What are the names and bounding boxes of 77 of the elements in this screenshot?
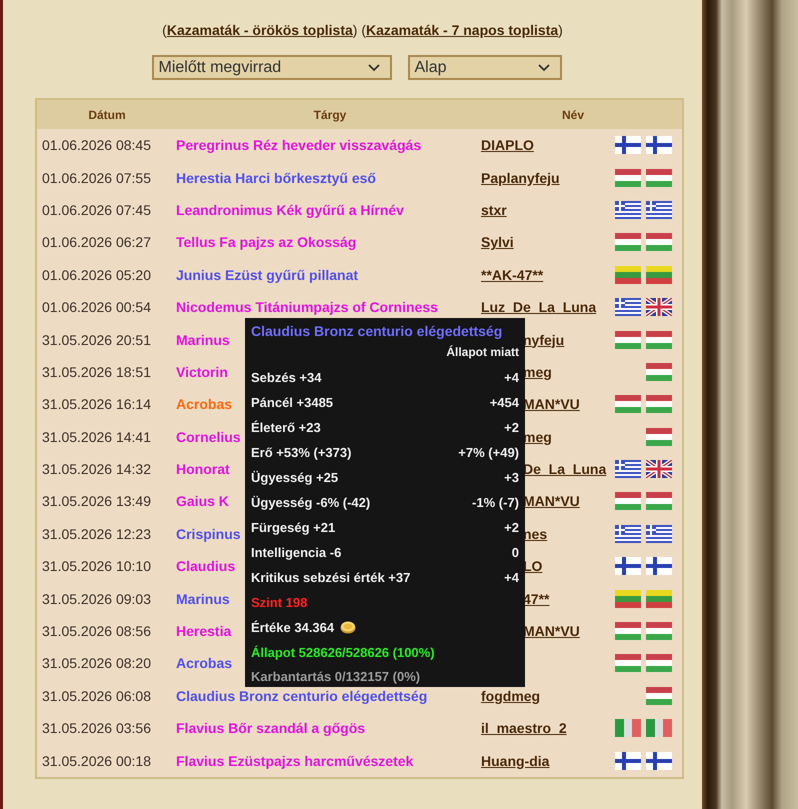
- column-header: Név: [560, 108, 585, 122]
- stat-text: Ügyesség -6% (-42): [251, 495, 370, 510]
- bonus-text: +4: [504, 570, 519, 585]
- stat-text: Életerő +23: [251, 420, 321, 435]
- date-cell-text: 31.05.2026 08:56: [41, 623, 152, 640]
- bonus-text: +4: [504, 370, 519, 385]
- toplist-link[interactable]: Kazamaták - örökös toplista: [166, 22, 353, 38]
- bonus-text: +2: [504, 420, 519, 435]
- player-link[interactable]: Sylvi: [481, 234, 514, 250]
- player-link[interactable]: MAN*VU: [523, 623, 580, 640]
- player-link[interactable]: fogdmeg: [481, 688, 540, 704]
- stat-text: Sebzés +34: [251, 370, 322, 385]
- stat-text: Értéke 34.364: [251, 620, 334, 635]
- date-cell-text: 31.05.2026 06:08: [41, 688, 152, 704]
- item-link[interactable]: Claudius Bronz centurio elégedettség: [176, 688, 428, 704]
- player-link[interactable]: Paplanyfeju: [481, 170, 560, 186]
- date-cell-text: 01.06.2026 05:20: [41, 266, 152, 283]
- stat-text: Kritikus sebzési érték +37: [251, 570, 410, 585]
- date-cell-text: 31.05.2026 08:20: [41, 655, 152, 672]
- tooltip-title: Claudius Bronz centurio elégedettség: [251, 322, 504, 340]
- date-cell-text: 31.05.2026 00:18: [41, 752, 152, 769]
- item-link[interactable]: Marinus: [176, 590, 230, 607]
- bonus-text: -1% (-7): [472, 495, 519, 510]
- dropdown[interactable]: Alap: [408, 55, 562, 80]
- bonus-text: 0: [512, 545, 519, 560]
- bonus-text: +454: [490, 395, 519, 410]
- date-cell-text: 31.05.2026 18:51: [41, 364, 152, 380]
- player-link[interactable]: nyfeju: [523, 332, 564, 348]
- column-header: Dátum: [87, 108, 127, 122]
- item-link[interactable]: Crispinus: [176, 526, 241, 542]
- date-cell-text: 31.05.2026 03:56: [41, 720, 152, 736]
- player-link[interactable]: DIAPLO: [481, 137, 534, 154]
- chevron-down-icon: [538, 64, 550, 72]
- item-link[interactable]: Acrobas: [176, 655, 232, 672]
- stat-text: Fürgeség +21: [251, 520, 336, 535]
- date-cell-text: 31.05.2026 14:41: [41, 428, 152, 445]
- date-cell-text: 01.06.2026 07:55: [41, 170, 152, 186]
- player-link[interactable]: stxr: [481, 202, 507, 218]
- parenthesis: (: [162, 22, 167, 38]
- bonus-text: +3: [504, 470, 519, 485]
- date-cell-text: 01.06.2026 06:27: [41, 234, 152, 250]
- date-cell-text: 31.05.2026 13:49: [41, 493, 152, 510]
- item-link[interactable]: Junius Ezüst gyűrű pillanat: [176, 266, 358, 283]
- chevron-down-icon: [368, 64, 380, 72]
- player-link[interactable]: MAN*VU: [523, 396, 580, 412]
- stat-text: Szint 198: [251, 595, 308, 610]
- item-link[interactable]: Herestia Harci bőrkesztyű eső: [176, 170, 376, 186]
- stat-text: Állapot 528626/528626 (100%): [251, 645, 435, 660]
- date-cell-text: 31.05.2026 14:32: [41, 461, 152, 478]
- player-link[interactable]: Huang-dia: [481, 752, 550, 769]
- coin-icon: [340, 621, 356, 634]
- stat-text: Erő +53% (+373): [251, 445, 352, 460]
- stat-text: Karbantartás 0/132157 (0%): [251, 668, 420, 684]
- parenthesis: ): [558, 22, 563, 38]
- player-link[interactable]: **AK-47**: [481, 266, 544, 283]
- date-cell-text: 01.06.2026 07:45: [41, 202, 152, 218]
- parenthesis: ) (: [352, 22, 366, 38]
- column-header: Tárgy: [312, 108, 348, 122]
- toplist-link[interactable]: Kazamaták - 7 napos toplista: [366, 22, 558, 38]
- date-cell-text: 31.05.2026 10:10: [41, 558, 152, 574]
- stat-text: Páncél +3485: [251, 395, 334, 410]
- stat-text: Ügyesség +25: [251, 470, 338, 485]
- bonus-text: +7% (+49): [458, 445, 519, 460]
- date-cell-text: 31.05.2026 09:03: [41, 590, 152, 607]
- player-link[interactable]: Luz_De_La_Luna: [481, 299, 596, 316]
- bonus-text: +2: [504, 520, 519, 535]
- dropdown[interactable]: Mielőtt megvirrad: [152, 55, 392, 80]
- stat-text: Intelligencia -6: [251, 545, 342, 560]
- date-cell-text: 01.06.2026 08:45: [41, 137, 152, 154]
- date-cell-text: 31.05.2026 16:14: [41, 396, 152, 412]
- column-note: Állapot miatt: [446, 345, 519, 359]
- date-cell-text: 31.05.2026 12:23: [41, 526, 152, 542]
- player-link[interactable]: MAN*VU: [523, 493, 580, 510]
- player-link[interactable]: De_La_Luna: [523, 461, 606, 478]
- date-cell-text: 31.05.2026 20:51: [41, 332, 152, 348]
- date-cell-text: 01.06.2026 00:54: [41, 299, 152, 316]
- player-link[interactable]: il_maestro_2: [481, 720, 567, 736]
